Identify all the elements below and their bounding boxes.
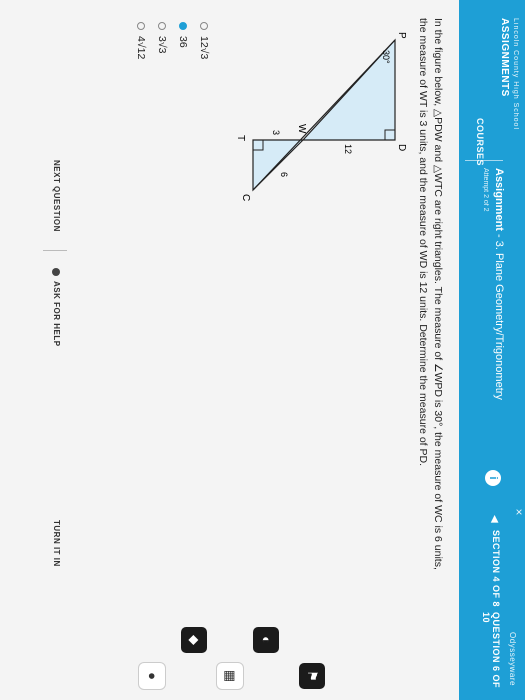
question-area: In the figure below, △PDW and △WTC are r…	[415, 18, 445, 578]
label-wt: 3	[271, 130, 281, 135]
school-name: Lincoln County High School	[512, 18, 519, 130]
ask-for-help-button[interactable]: ASK FOR HELP	[52, 268, 61, 347]
microphone-icon[interactable]: ●	[139, 663, 165, 689]
choice-label: 12√3	[198, 36, 210, 60]
radio-button[interactable]	[200, 22, 208, 30]
bottom-bar: NEXT QUESTION ASK FOR HELP TURN IT IN	[35, 0, 75, 620]
figure-svg: P D W T C 30° 12 3 6	[235, 32, 407, 201]
assignment-label: Assignment	[493, 168, 505, 231]
choice-1[interactable]: 12√3	[198, 22, 210, 59]
globe-icon[interactable]: ◐	[253, 627, 279, 653]
close-icon[interactable]: ×	[512, 505, 525, 519]
radio-button[interactable]	[137, 22, 145, 30]
choice-2[interactable]: 36	[177, 22, 189, 59]
assignment-attempt: Attempt 2 of 2	[482, 168, 489, 212]
header-title-block: Lincoln County High School ASSIGNMENTS	[499, 18, 519, 130]
radio-button[interactable]	[158, 22, 166, 30]
section-indicator: SECTION 4 OF 8	[491, 530, 501, 608]
turn-it-in-button[interactable]: TURN IT IN	[52, 520, 61, 567]
brand-block: Odysseyware	[508, 632, 517, 686]
label-c: C	[240, 194, 251, 201]
help-icon	[52, 268, 61, 276]
answer-choices: 12√3 36 3√3 4√12	[126, 22, 210, 59]
choice-label: 36	[177, 36, 189, 48]
geometry-figure: P D W T C 30° 12 3 6	[223, 20, 413, 260]
nav-assignments[interactable]: ASSIGNMENTS	[499, 18, 510, 130]
label-angle: 30°	[381, 50, 391, 64]
calculator-icon[interactable]: ▦	[217, 663, 243, 689]
screen: Lincoln County High School ASSIGNMENTS C…	[0, 0, 525, 700]
header-divider	[465, 160, 503, 161]
choice-label: 3√3	[156, 36, 168, 54]
question-line-1: In the figure below, △PDW and △WTC are r…	[432, 18, 444, 570]
ask-for-help-label: ASK FOR HELP	[52, 281, 61, 347]
brand-name: Odysseyware	[508, 632, 517, 686]
label-wc: 6	[279, 172, 289, 177]
info-icon[interactable]: i	[485, 470, 501, 486]
choice-4[interactable]: 4√12	[135, 22, 147, 59]
next-question-button[interactable]: NEXT QUESTION	[52, 160, 61, 232]
label-w: W	[296, 124, 307, 134]
question-indicator: QUESTION 6 OF 10	[481, 612, 501, 689]
nav-courses[interactable]: COURSES	[475, 118, 485, 166]
caret-left-icon: ◀	[489, 515, 500, 523]
choice-3[interactable]: 3√3	[156, 22, 168, 59]
flag-icon[interactable]: ⚑	[299, 663, 325, 689]
label-wd: 12	[343, 144, 353, 154]
tool-sidebar: ⚑ ◐ ▦ ◆ ●	[0, 617, 335, 697]
assignment-name: - 3. Plane Geometry/Trigonometry	[493, 234, 505, 400]
footer-divider	[43, 250, 67, 251]
label-p: P	[396, 32, 407, 39]
volume-icon[interactable]: ◆	[181, 627, 207, 653]
assignment-title: Assignment - 3. Plane Geometry/Trigonome…	[493, 168, 505, 400]
choice-label: 4√12	[135, 36, 147, 60]
top-bar: Lincoln County High School ASSIGNMENTS C…	[459, 0, 525, 700]
label-t: T	[235, 135, 246, 141]
question-line-2: the measure of WT is 3 units, and the me…	[416, 18, 429, 467]
radio-button-selected[interactable]	[179, 22, 187, 30]
label-d: D	[396, 144, 407, 151]
